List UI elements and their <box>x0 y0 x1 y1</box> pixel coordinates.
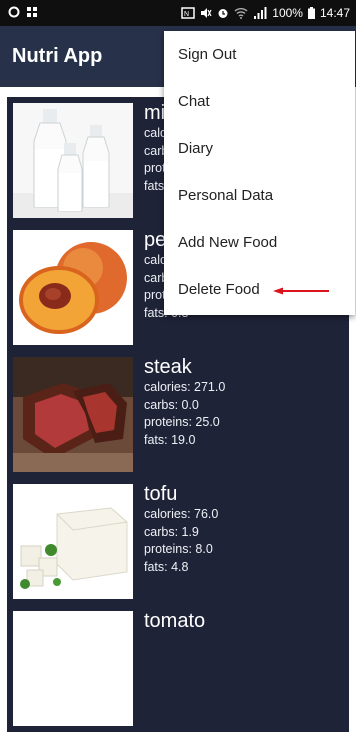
food-name: tofu <box>144 483 178 505</box>
battery-icon <box>307 7 315 19</box>
food-proteins: proteins: 25.0 <box>144 415 220 429</box>
svg-text:N: N <box>184 11 189 18</box>
food-name: tomato <box>144 610 206 632</box>
notification-circle-icon <box>8 6 20 18</box>
food-calories: calories: 76.0 <box>144 507 219 521</box>
wifi-icon <box>234 8 248 19</box>
status-time: 14:47 <box>319 6 350 20</box>
signal-icon <box>254 7 267 19</box>
food-carbs: carbs: 1.9 <box>144 524 199 539</box>
peach-image <box>13 230 133 345</box>
battery-percent: 100% <box>272 6 303 20</box>
food-name: steak <box>144 356 192 378</box>
food-proteins: proteins: 8.0 <box>144 542 213 556</box>
food-card-tomato[interactable]: tomato <box>7 605 349 732</box>
food-calories: calories: 271.0 <box>144 380 226 394</box>
food-fats: fats: 19.0 <box>144 432 196 447</box>
menu-item-chat[interactable]: Chat <box>164 78 355 125</box>
menu-item-delete-food[interactable]: Delete Food <box>164 266 355 313</box>
food-carbs: carbs: 0.0 <box>144 397 199 412</box>
mute-icon <box>201 8 212 18</box>
food-card-steak[interactable]: steak calories: 271.0 carbs: 0.0 protein… <box>7 351 349 478</box>
food-card-tofu[interactable]: tofu calories: 76.0 carbs: 1.9 proteins:… <box>7 478 349 605</box>
tomato-image <box>13 611 133 726</box>
menu-item-sign-out[interactable]: Sign Out <box>164 31 355 78</box>
app-title: Nutri App <box>12 45 103 67</box>
red-arrow-icon <box>273 287 329 295</box>
tofu-image <box>13 484 133 599</box>
status-bar: N 100% 14:47 <box>0 0 356 26</box>
food-fats: fats: 4.8 <box>144 559 189 574</box>
steak-image <box>13 357 133 472</box>
alarm-icon <box>218 9 228 18</box>
menu-item-delete-food-label: Delete Food <box>178 281 260 298</box>
overflow-menu: Sign Out Chat Diary Personal Data Add Ne… <box>164 31 355 315</box>
menu-item-add-new-food[interactable]: Add New Food <box>164 219 355 266</box>
menu-item-diary[interactable]: Diary <box>164 125 355 172</box>
apps-grid-icon <box>27 7 37 17</box>
milk-bottles-image <box>13 103 133 218</box>
nfc-icon: N <box>181 7 196 19</box>
menu-item-personal-data[interactable]: Personal Data <box>164 172 355 219</box>
